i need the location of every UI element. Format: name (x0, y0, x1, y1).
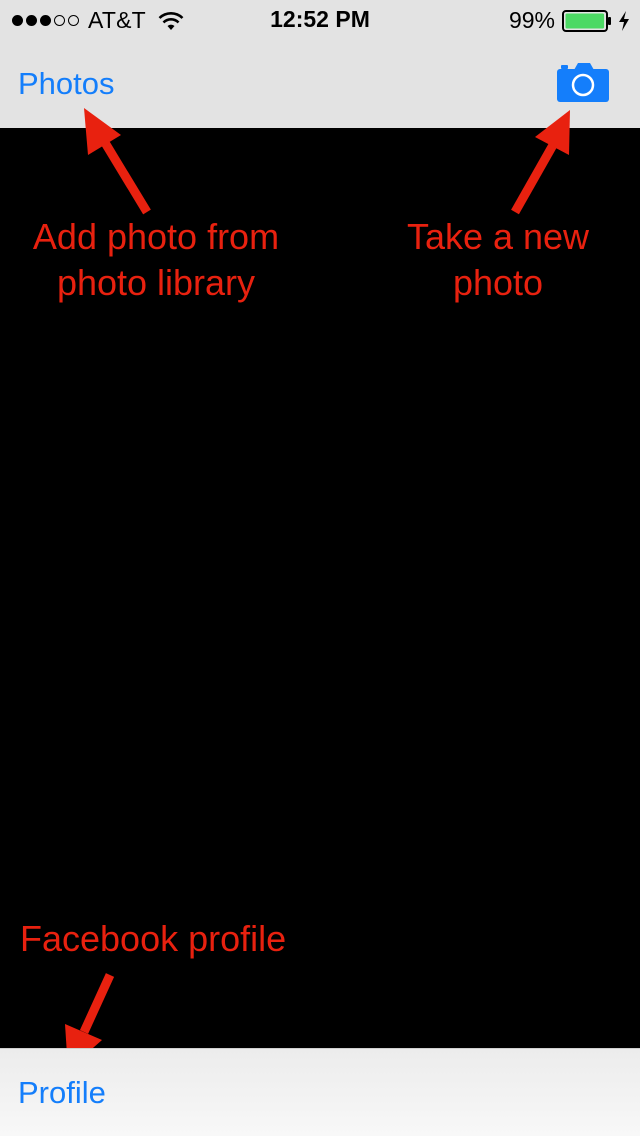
annotation-text-line: Add photo from (32, 216, 280, 257)
battery-icon (562, 9, 611, 32)
annotation-arrows (65, 108, 570, 1070)
photos-button[interactable]: Photos (18, 66, 115, 102)
top-bar-background: AT&T 12:52 PM 99% Photos (0, 0, 640, 128)
charging-bolt-icon (619, 10, 629, 31)
bottom-toolbar: Profile (0, 1048, 640, 1136)
profile-button[interactable]: Profile (18, 1075, 106, 1111)
camera-icon[interactable] (557, 62, 609, 102)
annotation-take-photo: Take a new photo (378, 214, 618, 306)
navigation-bar: Photos (0, 40, 640, 128)
annotation-text-line: Take a new (406, 216, 590, 257)
status-right: 99% (509, 7, 630, 34)
status-bar: AT&T 12:52 PM 99% (0, 0, 640, 40)
battery-percent: 99% (508, 7, 555, 33)
annotation-facebook-profile: Facebook profile (20, 918, 287, 959)
annotation-photo-library: Add photo from photo library (10, 214, 302, 306)
annotation-text-line: photo library (56, 262, 256, 303)
app-screen: AT&T 12:52 PM 99% Photos Add photo from … (0, 0, 640, 1136)
annotation-text-line: photo (452, 262, 544, 303)
